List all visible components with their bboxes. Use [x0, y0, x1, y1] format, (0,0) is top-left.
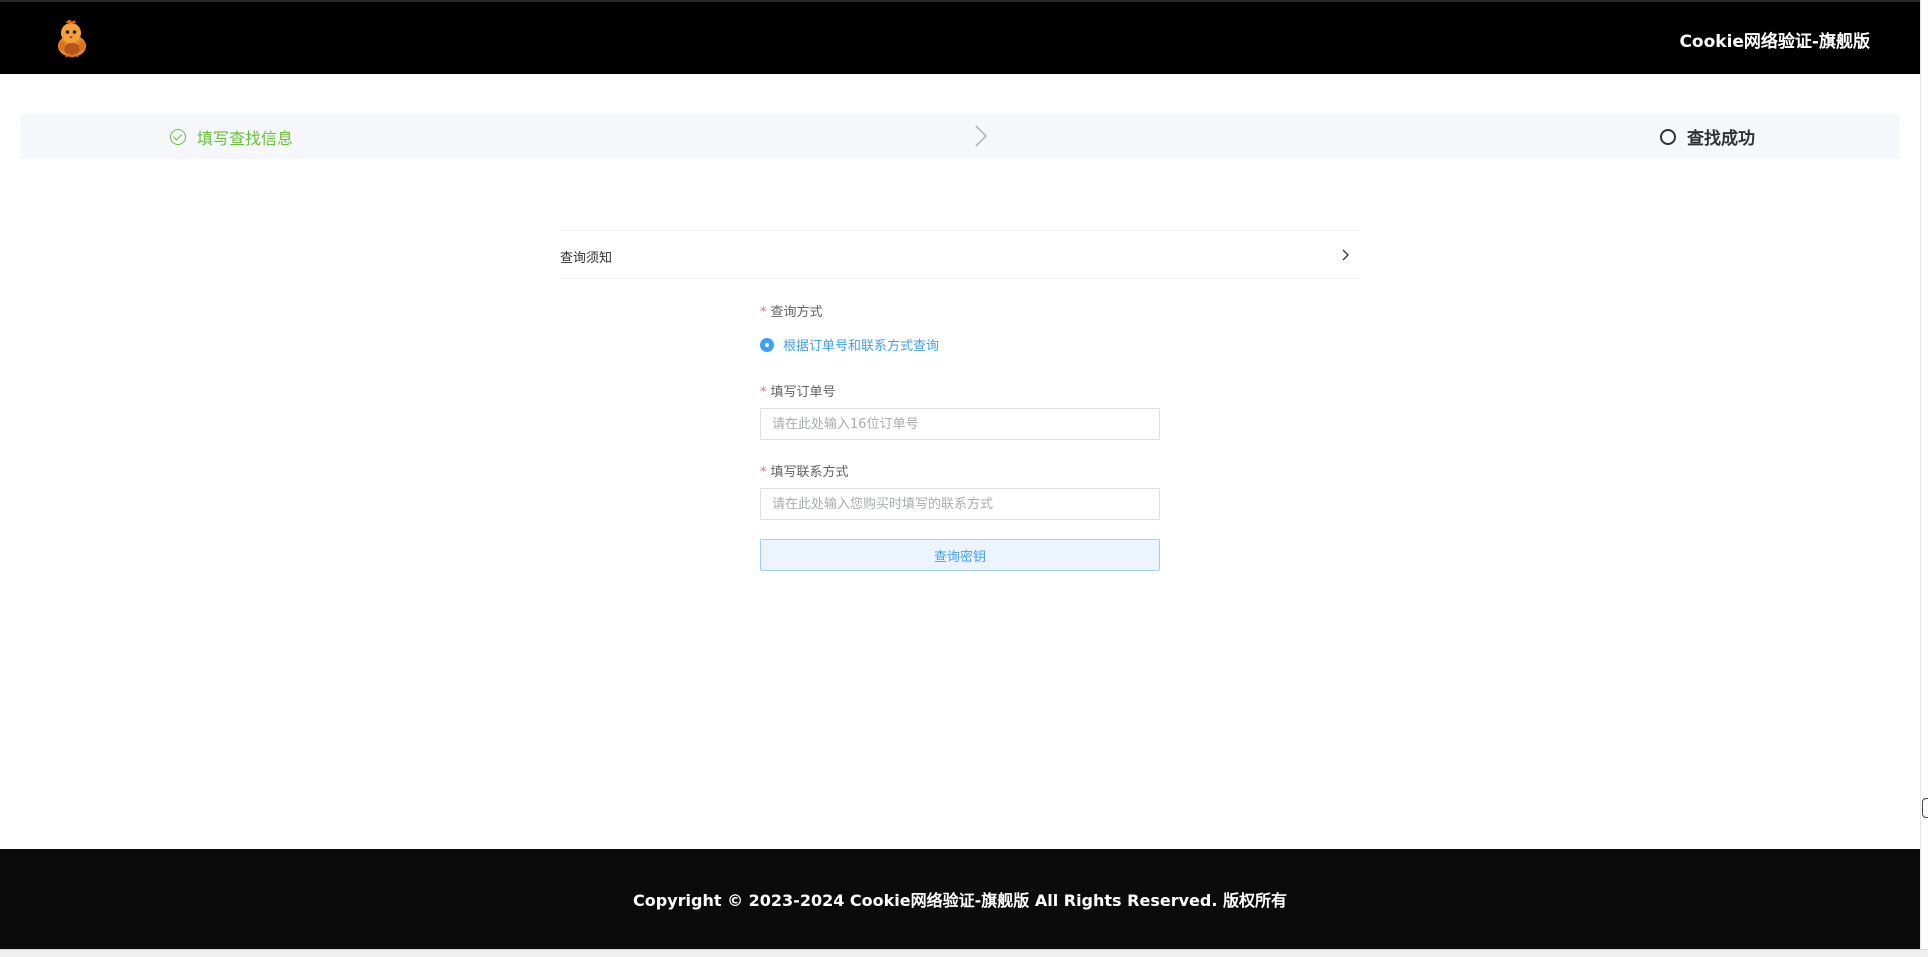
brand-title: Cookie网络验证-旗舰版	[1679, 32, 1870, 52]
query-key-button[interactable]: 查询密钥	[760, 539, 1160, 571]
bottom-bar	[0, 949, 1928, 957]
required-mark: *	[760, 385, 767, 400]
label-text: 填写联系方式	[770, 465, 849, 480]
circle-check-icon	[170, 128, 186, 145]
copyright-text: Copyright © 2023-2024 Cookie网络验证-旗舰版 All…	[633, 891, 1287, 910]
query-method-radio[interactable]: 根据订单号和联系方式查询	[760, 335, 939, 354]
step-fill-info: 填写查找信息	[170, 114, 293, 159]
order-no-input[interactable]	[760, 408, 1160, 440]
chevron-right-icon	[975, 125, 987, 147]
label-text: 查询方式	[770, 305, 823, 320]
required-mark: *	[760, 305, 767, 320]
circle-outline-icon	[1660, 128, 1676, 145]
required-mark: *	[760, 465, 767, 480]
contact-label: * 填写联系方式	[760, 461, 849, 480]
radio-label[interactable]: 根据订单号和联系方式查询	[783, 335, 939, 354]
page: Cookie网络验证-旗舰版 填写查找信息 查找成功 查询须知 * 查询方式 根据…	[0, 0, 1928, 957]
top-header: Cookie网络验证-旗舰版	[0, 0, 1920, 74]
collapse-title: 查询须知	[560, 251, 613, 266]
footer: Copyright © 2023-2024 Cookie网络验证-旗舰版 All…	[0, 849, 1920, 949]
step-label: 查找成功	[1687, 129, 1755, 149]
contact-input[interactable]	[760, 488, 1160, 520]
order-no-label: * 填写订单号	[760, 381, 836, 400]
chick-mascot-logo-icon[interactable]	[52, 16, 92, 60]
query-method-label: * 查询方式	[760, 301, 823, 320]
step-found: 查找成功	[1660, 114, 1755, 159]
label-text: 填写订单号	[770, 385, 836, 400]
radio-checked-icon[interactable]	[760, 337, 774, 352]
chevron-right-icon	[1342, 249, 1349, 261]
query-notice-collapse[interactable]: 查询须知	[560, 230, 1360, 279]
progress-steps: 填写查找信息 查找成功	[20, 114, 1900, 159]
side-handle[interactable]	[1922, 798, 1928, 818]
step-label: 填写查找信息	[197, 128, 294, 148]
